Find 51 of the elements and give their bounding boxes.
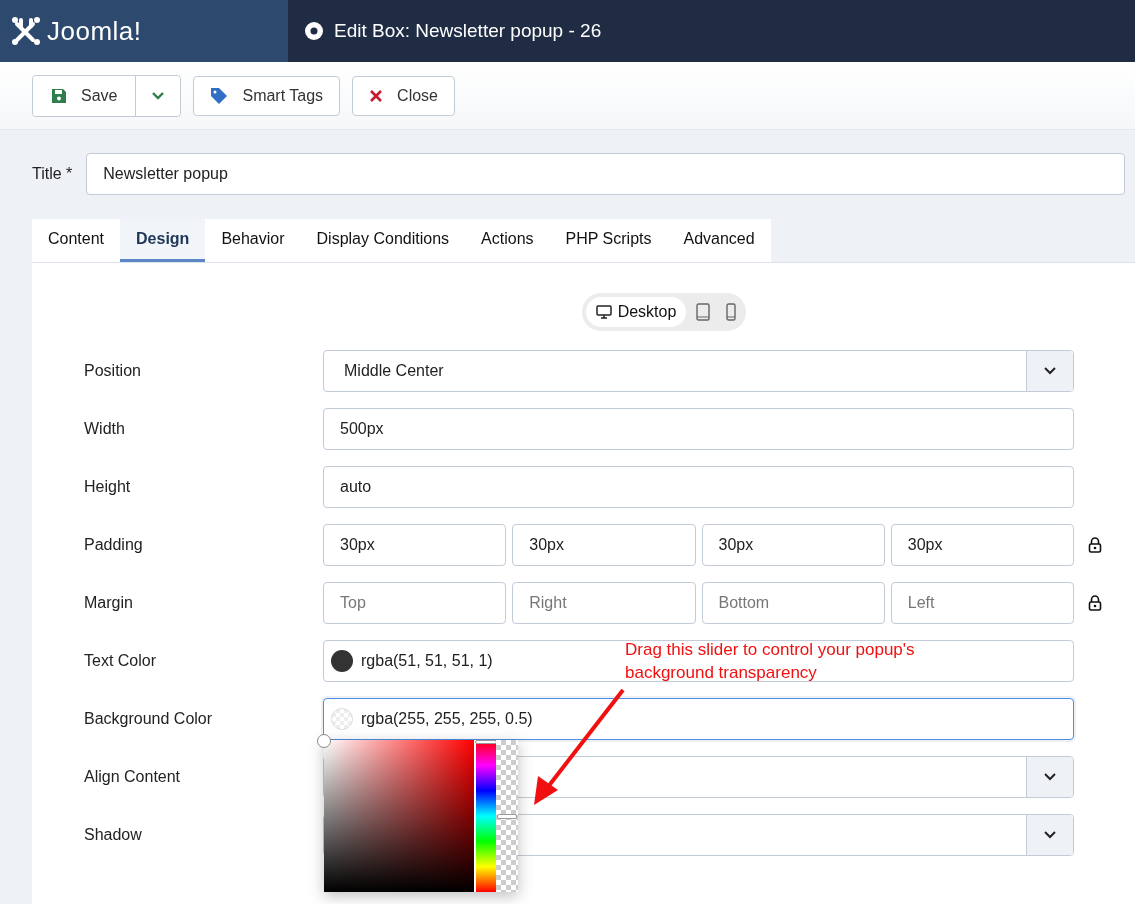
field-label: Background Color	[84, 710, 214, 728]
text-input[interactable]: 30px	[323, 524, 507, 566]
title-label: Title *	[32, 165, 73, 183]
text-input[interactable]: Bottom	[701, 582, 885, 624]
field-label: Text Color	[84, 652, 158, 670]
text-input[interactable]: 30px	[512, 524, 696, 566]
select-dropdown[interactable]	[323, 814, 1074, 856]
text-input[interactable]: Top	[323, 582, 507, 624]
tab[interactable]: Actions	[465, 219, 550, 262]
color-input[interactable]: rgba(51, 51, 51, 1) Drag this slider to control your popup's background transparency	[323, 640, 1074, 682]
text-input[interactable]: 500px	[323, 408, 1074, 450]
hue-slider[interactable]	[476, 740, 496, 892]
select-dropdown[interactable]: Middle Center	[323, 350, 1074, 392]
field-label: Width	[84, 420, 126, 438]
field-label: Position	[84, 362, 142, 380]
annotation-text: Drag this slider to control your popup's background transparency	[625, 639, 916, 684]
lock-icon[interactable]	[1088, 537, 1102, 553]
text-input[interactable]: 30px	[701, 524, 885, 566]
tab[interactable]: Display Conditions	[300, 219, 466, 262]
lock-icon[interactable]	[1088, 595, 1102, 611]
close-icon	[369, 88, 384, 103]
monitor-icon	[595, 304, 612, 320]
field-label: Height	[84, 478, 132, 496]
field-label: Padding	[84, 536, 144, 554]
record-icon	[304, 21, 324, 41]
picker-handle[interactable]	[317, 734, 331, 748]
joomla-logo-text: Joomla!	[47, 15, 142, 47]
desktop-device-button[interactable]: Desktop	[585, 297, 687, 327]
close-button[interactable]: Close	[352, 75, 455, 116]
field-label: Shadow	[84, 826, 143, 844]
tablet-icon	[696, 303, 711, 321]
tag-icon	[210, 86, 229, 105]
saturation-area[interactable]	[324, 740, 474, 892]
alpha-slider[interactable]	[496, 740, 518, 892]
text-input[interactable]: Left	[890, 582, 1074, 624]
title-input[interactable]: Newsletter popup	[86, 153, 1125, 195]
text-input[interactable]: auto	[323, 466, 1074, 508]
joomla-logo-icon	[11, 16, 41, 46]
field-label: Margin	[84, 594, 134, 612]
tab[interactable]: Content	[32, 219, 121, 262]
page-title: Edit Box: Newsletter popup - 26	[334, 20, 602, 42]
field-label: Align Content	[84, 768, 182, 786]
smartphone-icon	[726, 303, 737, 321]
text-input[interactable]: 30px	[890, 524, 1074, 566]
alpha-thumb[interactable]	[497, 814, 517, 819]
tab[interactable]: Advanced	[667, 219, 771, 262]
smart-tags-button[interactable]: Smart Tags	[193, 75, 341, 116]
tab[interactable]: PHP Scripts	[549, 219, 668, 262]
select-dropdown[interactable]	[323, 756, 1074, 798]
text-input[interactable]: Right	[512, 582, 696, 624]
tab[interactable]: Behavior	[205, 219, 301, 262]
